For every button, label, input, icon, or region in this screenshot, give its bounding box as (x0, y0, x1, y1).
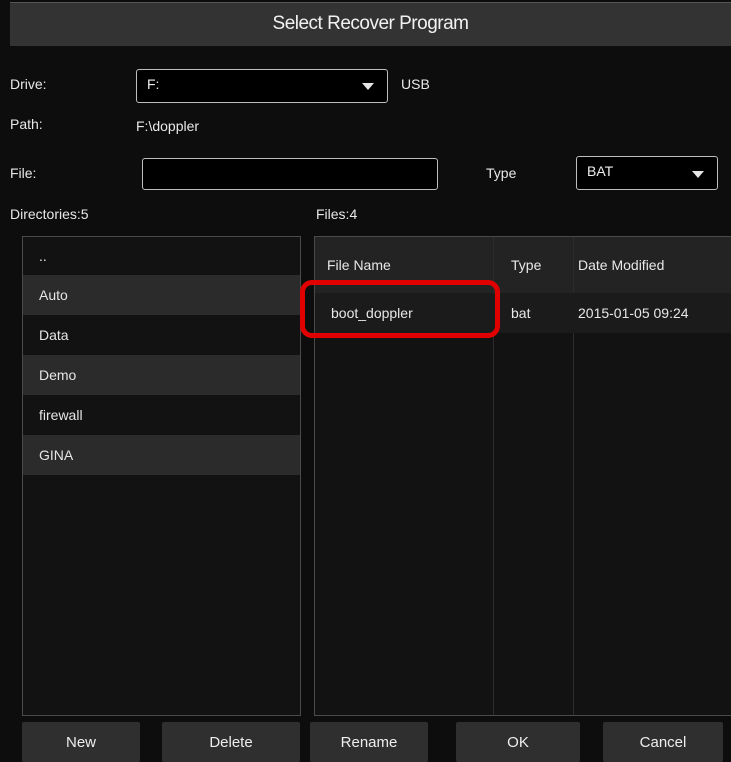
path-label: Path: (10, 116, 43, 132)
new-button[interactable]: New (22, 722, 140, 762)
title-bar: Select Recover Program (10, 2, 731, 46)
column-header-file-name[interactable]: File Name (327, 257, 391, 273)
type-dropdown[interactable]: BAT (576, 156, 718, 190)
recover-program-dialog: Select Recover Program Drive: F: USB Pat… (0, 0, 731, 762)
drive-dropdown[interactable]: F: (136, 69, 388, 103)
directory-item-demo[interactable]: Demo (23, 355, 300, 395)
drive-value: F: (147, 76, 160, 92)
directories-count-label: Directories:5 (10, 206, 89, 222)
file-type-cell: bat (511, 305, 531, 321)
drive-type-label: USB (401, 76, 430, 92)
column-header-type[interactable]: Type (511, 257, 541, 273)
ok-button[interactable]: OK (456, 722, 580, 762)
file-date-cell: 2015-01-05 09:24 (578, 305, 689, 321)
rename-button[interactable]: Rename (310, 722, 428, 762)
directory-item-gina[interactable]: GINA (23, 435, 300, 475)
caret-down-icon (692, 171, 704, 178)
directories-list[interactable]: .. Auto Data Demo firewall GINA (22, 236, 301, 716)
drive-label: Drive: (10, 76, 47, 92)
type-value: BAT (587, 163, 614, 179)
file-input[interactable] (142, 158, 438, 190)
caret-down-icon (362, 83, 374, 90)
file-label: File: (10, 165, 37, 181)
directory-item-auto[interactable]: Auto (23, 275, 300, 315)
directory-item-data[interactable]: Data (23, 315, 300, 355)
directory-item-firewall[interactable]: firewall (23, 395, 300, 435)
directory-item-parent[interactable]: .. (23, 237, 300, 275)
delete-button[interactable]: Delete (162, 722, 300, 762)
column-header-date-modified[interactable]: Date Modified (578, 257, 664, 273)
cancel-button[interactable]: Cancel (603, 722, 723, 762)
highlight-box (300, 280, 500, 338)
path-value: F:\doppler (136, 118, 200, 134)
type-label: Type (486, 165, 517, 181)
files-count-label: Files:4 (316, 206, 358, 222)
dialog-title: Select Recover Program (272, 13, 469, 34)
